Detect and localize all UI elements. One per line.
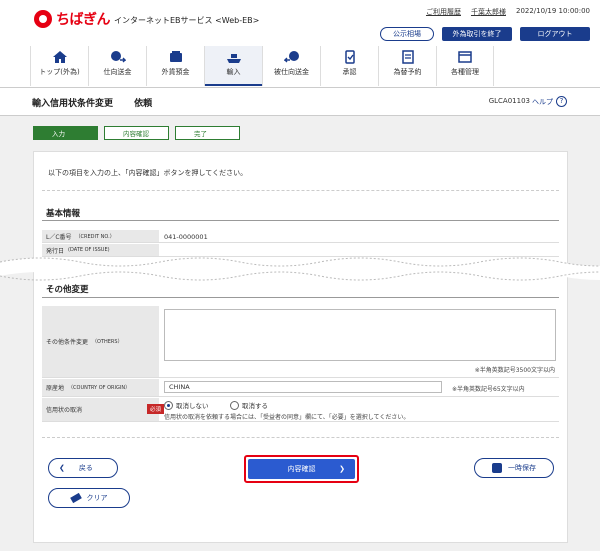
save-icon — [492, 463, 502, 473]
credit-no-row: L／C番号 （CREDIT NO.） 041-0000001 — [42, 230, 559, 243]
nav-label: トップ(外為) — [39, 68, 80, 76]
bank-logo-mark — [34, 10, 52, 28]
omission-tear — [0, 257, 600, 281]
approve-icon — [344, 50, 355, 64]
ship-icon — [226, 54, 241, 63]
radio-selected-icon — [164, 400, 173, 410]
confirm-label: 内容確認 — [287, 465, 316, 473]
section-basic-title: 基本情報 — [46, 209, 81, 219]
back-label: 戻る — [78, 464, 93, 472]
cancel-label: 信用状の取消 — [42, 398, 159, 421]
credit-no-value: 041-0000001 — [164, 233, 208, 241]
step-confirm: 内容確認 — [104, 126, 169, 140]
page-title: 輸入信用状条件変更 依頼 — [32, 96, 152, 109]
logout-button[interactable]: ログアウト — [520, 27, 590, 41]
user-name[interactable]: 千葉太郎様 — [471, 7, 506, 17]
radio-yes-label: 取消する — [242, 402, 268, 410]
confirm-button[interactable]: 内容確認 ❯ — [248, 459, 355, 479]
login-datetime: 2022/10/19 10:00:00 — [515, 7, 590, 15]
others-textarea[interactable] — [164, 309, 556, 361]
others-note: ※半角英数記号3500文字以内 — [474, 367, 555, 374]
radio-no-label: 取消しない — [176, 402, 209, 410]
nav-deposit[interactable]: 外貨預金 — [146, 46, 204, 86]
home-icon — [52, 51, 67, 63]
nav-remit[interactable]: 仕向送金 — [88, 46, 146, 86]
origin-input[interactable]: CHINA — [164, 381, 442, 393]
clear-label: クリア — [86, 494, 108, 502]
save-draft-button[interactable]: 一時保存 — [474, 458, 554, 478]
logo-text: ちばぎん — [56, 12, 111, 28]
help-label: ヘルプ — [532, 97, 553, 106]
origin-label: 原産地 （COUNTRY OF ORIGIN） — [42, 379, 159, 396]
public-rates-button[interactable]: 公示相場 — [380, 27, 434, 41]
origin-note: ※半角英数記号65文字以内 — [452, 386, 525, 393]
nav-import[interactable]: 輸入 — [204, 46, 262, 86]
clear-button[interactable]: クリア — [48, 488, 130, 508]
logo[interactable]: ちばぎん インターネットEBサービス <Web-EB> — [34, 9, 259, 29]
help-icon: ? — [556, 96, 567, 107]
deposit-icon — [169, 51, 182, 62]
required-badge: 必須 — [147, 404, 165, 414]
nav-label: 仕向送金 — [103, 68, 132, 76]
receive-icon — [283, 51, 299, 63]
chevron-right-icon: ❯ — [339, 465, 345, 473]
global-nav: トップ(外為) 仕向送金 外貨預金 輸入 被仕向送金 承認 為替予約 各種管理 — [30, 46, 494, 86]
page-title-sub: 依頼 — [134, 99, 153, 109]
instruction-text: 以下の項目を入力の上、「内容確認」ボタンを押してください。 — [48, 169, 248, 177]
section-line — [42, 220, 559, 221]
help-link[interactable]: ヘルプ ? — [532, 96, 567, 107]
eraser-icon — [69, 492, 82, 504]
page-title-main: 輸入信用状条件変更 — [32, 99, 114, 109]
nav-label: 被仕向送金 — [274, 68, 309, 76]
cancel-note: 信用状の取消を依頼する場合には、「受益者の同意」欄にて、「必要」を選択してくださ… — [164, 414, 410, 421]
screen-id: GLCA01103 — [488, 97, 530, 105]
save-label: 一時保存 — [508, 464, 536, 472]
divider — [42, 190, 559, 191]
header: ちばぎん インターネットEBサービス <Web-EB> ご利用履歴 千葉太郎様 … — [0, 0, 600, 88]
step-complete: 完了 — [175, 126, 240, 140]
section-line — [42, 297, 559, 298]
radio-cancel[interactable]: 取消する — [230, 400, 268, 410]
service-name: インターネットEBサービス <Web-EB> — [114, 16, 260, 25]
nav-manage[interactable]: 各種管理 — [436, 46, 494, 86]
usage-history-link[interactable]: ご利用履歴 — [426, 7, 461, 17]
nav-exchange[interactable]: 為替予約 — [378, 46, 436, 86]
back-button[interactable]: ❮ 戻る — [48, 458, 118, 478]
remit-icon — [110, 51, 126, 63]
end-fx-button[interactable]: 外為取引を終了 — [442, 27, 512, 41]
main-card: 以下の項目を入力の上、「内容確認」ボタンを押してください。 基本情報 L／C番号… — [33, 151, 568, 543]
step-input: 入力 — [33, 126, 98, 140]
others-label: その他条件変更 （OTHERS） — [42, 306, 159, 377]
radio-no-cancel[interactable]: 取消しない — [164, 400, 209, 410]
nav-top[interactable]: トップ(外為) — [30, 46, 88, 86]
nav-label: 輸入 — [226, 68, 241, 76]
nav-receive[interactable]: 被仕向送金 — [262, 46, 320, 86]
exchange-icon — [401, 50, 414, 64]
chevron-left-icon: ❮ — [59, 464, 65, 472]
step-indicator: 入力 内容確認 完了 — [33, 126, 246, 140]
title-bar: 輸入信用状条件変更 依頼 GLCA01103 ヘルプ ? — [0, 88, 600, 116]
divider — [42, 437, 559, 438]
nav-label: 為替予約 — [393, 68, 422, 76]
credit-no-label: L／C番号 （CREDIT NO.） — [42, 230, 159, 242]
manage-icon — [458, 51, 472, 63]
nav-label: 外貨預金 — [161, 68, 190, 76]
radio-unselected-icon — [230, 400, 239, 410]
nav-label: 各種管理 — [451, 68, 479, 76]
nav-label: 承認 — [342, 68, 357, 76]
nav-approve[interactable]: 承認 — [320, 46, 378, 86]
